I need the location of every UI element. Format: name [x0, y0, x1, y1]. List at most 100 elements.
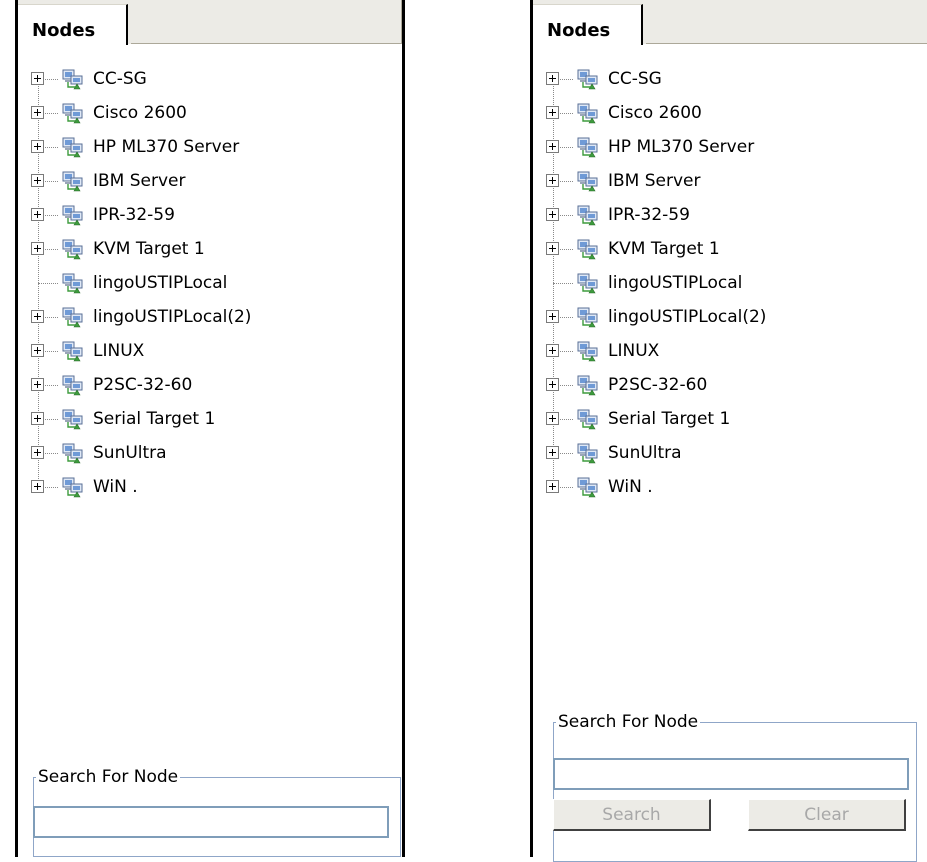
tree-node[interactable]: CC-SG — [533, 62, 927, 96]
tree-node-label[interactable]: P2SC-32-60 — [93, 375, 192, 395]
tree-node-label[interactable]: SunUltra — [93, 443, 167, 463]
node-computer-icon — [62, 374, 84, 396]
tree-node[interactable]: Cisco 2600 — [533, 96, 927, 130]
search-input[interactable] — [553, 758, 909, 790]
tree-node-label[interactable]: LINUX — [608, 341, 659, 361]
tree-node[interactable]: lingoUSTIPLocal — [18, 266, 402, 300]
tree-node[interactable]: KVM Target 1 — [533, 232, 927, 266]
tree-node-label[interactable]: Cisco 2600 — [93, 103, 187, 123]
tree-node-label[interactable]: CC-SG — [608, 69, 662, 89]
tree-node[interactable]: LINUX — [533, 334, 927, 368]
tree-node[interactable]: lingoUSTIPLocal(2) — [533, 300, 927, 334]
expand-plus-icon[interactable] — [546, 446, 559, 459]
tree-node[interactable]: SunUltra — [18, 436, 402, 470]
clear-button[interactable]: Clear — [748, 799, 906, 831]
tree-node-label[interactable]: Cisco 2600 — [608, 103, 702, 123]
node-computer-icon — [62, 272, 84, 294]
expand-plus-icon[interactable] — [31, 106, 44, 119]
tree-node-label[interactable]: HP ML370 Server — [93, 137, 239, 157]
expand-plus-icon[interactable] — [546, 412, 559, 425]
tree-node[interactable]: HP ML370 Server — [533, 130, 927, 164]
expand-plus-icon[interactable] — [546, 208, 559, 221]
expand-plus-icon[interactable] — [31, 72, 44, 85]
node-computer-icon — [577, 238, 599, 260]
tab-strip: Nodes — [18, 0, 402, 45]
expand-plus-icon[interactable] — [31, 310, 44, 323]
tree-node-label[interactable]: lingoUSTIPLocal(2) — [608, 307, 766, 327]
tree-node[interactable]: lingoUSTIPLocal — [533, 266, 927, 300]
tree-node-label[interactable]: lingoUSTIPLocal — [608, 273, 742, 293]
tree-node[interactable]: lingoUSTIPLocal(2) — [18, 300, 402, 334]
tree-node-label[interactable]: IPR-32-59 — [608, 205, 690, 225]
node-computer-icon — [62, 340, 84, 362]
expand-plus-icon[interactable] — [31, 446, 44, 459]
expand-plus-icon[interactable] — [31, 344, 44, 357]
tree-node-label[interactable]: HP ML370 Server — [608, 137, 754, 157]
tree-node-label[interactable]: KVM Target 1 — [608, 239, 720, 259]
tree-node[interactable]: P2SC-32-60 — [533, 368, 927, 402]
tree-node[interactable]: IPR-32-59 — [533, 198, 927, 232]
tab-strip: Nodes — [533, 0, 927, 45]
expand-plus-icon[interactable] — [546, 242, 559, 255]
expand-plus-icon[interactable] — [31, 412, 44, 425]
tree-node[interactable]: P2SC-32-60 — [18, 368, 402, 402]
expand-plus-icon[interactable] — [546, 174, 559, 187]
nodes-panel-left: Nodes CC-SG Cisco 2600 HP ML370 Server IBM … — [15, 0, 405, 857]
expand-plus-icon[interactable] — [546, 106, 559, 119]
expand-plus-icon[interactable] — [546, 480, 559, 493]
tree-node[interactable]: HP ML370 Server — [18, 130, 402, 164]
tree-node-label[interactable]: LINUX — [93, 341, 144, 361]
tree-node[interactable]: IBM Server — [18, 164, 402, 198]
tree-node-label[interactable]: lingoUSTIPLocal — [93, 273, 227, 293]
node-computer-icon — [577, 442, 599, 464]
tree-node[interactable]: SunUltra — [533, 436, 927, 470]
node-computer-icon — [577, 68, 599, 90]
tree-node-label[interactable]: Serial Target 1 — [608, 409, 730, 429]
search-button[interactable]: Search — [553, 799, 711, 831]
tree-node-label[interactable]: WiN . — [608, 477, 653, 497]
expand-plus-icon[interactable] — [31, 174, 44, 187]
expand-plus-icon[interactable] — [31, 480, 44, 493]
node-computer-icon — [62, 136, 84, 158]
tree-node[interactable]: IPR-32-59 — [18, 198, 402, 232]
expand-plus-icon[interactable] — [546, 72, 559, 85]
node-computer-icon — [62, 204, 84, 226]
node-computer-icon — [62, 238, 84, 260]
tree-node[interactable]: Serial Target 1 — [18, 402, 402, 436]
tree-node[interactable]: CC-SG — [18, 62, 402, 96]
node-computer-icon — [577, 204, 599, 226]
node-computer-icon — [62, 476, 84, 498]
expand-plus-icon[interactable] — [31, 242, 44, 255]
tree-node-label[interactable]: IBM Server — [608, 171, 701, 191]
tab-nodes[interactable]: Nodes — [533, 4, 643, 45]
tree-node-label[interactable]: WiN . — [93, 477, 138, 497]
tree-node-label[interactable]: SunUltra — [608, 443, 682, 463]
tree-node-label[interactable]: lingoUSTIPLocal(2) — [93, 307, 251, 327]
expand-plus-icon[interactable] — [31, 378, 44, 391]
tree-node[interactable]: WiN . — [18, 470, 402, 504]
tree-node-label[interactable]: IPR-32-59 — [93, 205, 175, 225]
node-computer-icon — [577, 272, 599, 294]
tree-node[interactable]: KVM Target 1 — [18, 232, 402, 266]
tree-node[interactable]: WiN . — [533, 470, 927, 504]
tab-nodes[interactable]: Nodes — [18, 4, 128, 45]
expand-plus-icon[interactable] — [546, 140, 559, 153]
tree-node-label[interactable]: CC-SG — [93, 69, 147, 89]
expand-plus-icon[interactable] — [31, 140, 44, 153]
search-input[interactable] — [33, 806, 389, 838]
tree-node-label[interactable]: Serial Target 1 — [93, 409, 215, 429]
expand-plus-icon[interactable] — [546, 378, 559, 391]
search-for-node-legend: Search For Node — [38, 767, 179, 787]
tree-node[interactable]: Cisco 2600 — [18, 96, 402, 130]
node-computer-icon — [577, 102, 599, 124]
tree-node[interactable]: LINUX — [18, 334, 402, 368]
expand-plus-icon[interactable] — [546, 310, 559, 323]
tree-node[interactable]: Serial Target 1 — [533, 402, 927, 436]
tree-node-label[interactable]: KVM Target 1 — [93, 239, 205, 259]
tree-node-label[interactable]: P2SC-32-60 — [608, 375, 707, 395]
tree-branch-line — [38, 283, 58, 284]
expand-plus-icon[interactable] — [546, 344, 559, 357]
tree-node-label[interactable]: IBM Server — [93, 171, 186, 191]
tree-node[interactable]: IBM Server — [533, 164, 927, 198]
expand-plus-icon[interactable] — [31, 208, 44, 221]
